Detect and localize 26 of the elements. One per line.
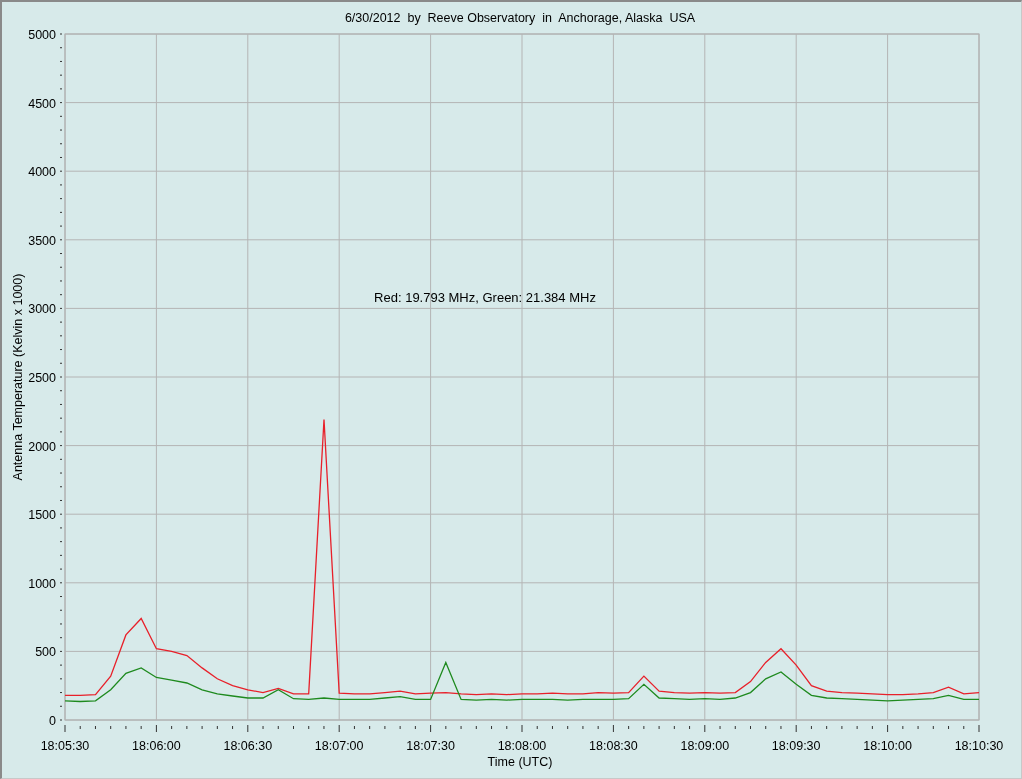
y-axis-label: Antenna Temperature (Kelvin x 1000) [11,273,25,481]
y-tick-label: 500 [35,645,56,660]
y-tick-label: 3000 [28,302,56,317]
x-tick-label: 18:07:00 [314,739,364,753]
y-tick-label: 3500 [28,233,56,248]
frequency-annotation: Red: 19.793 MHz, Green: 21.384 MHz [374,290,596,305]
y-tick-label: 0 [49,714,56,728]
x-tick-label: 18:10:30 [954,739,1004,753]
y-tick-label: 4500 [28,96,56,111]
x-tick-label: 18:06:00 [132,739,181,753]
y-tick-label: 4000 [28,165,56,180]
x-tick-label: 18:08:00 [497,739,547,753]
y-tick-label: 2500 [28,371,56,385]
x-tick-label: 18:07:30 [406,739,455,753]
x-tick-label: 18:10:00 [863,739,912,753]
x-tick-label: 18:05:30 [40,739,90,753]
y-tick-label: 2000 [28,439,56,454]
x-tick-label: 18:09:30 [771,739,821,753]
y-tick-label: 1500 [28,508,56,523]
chart-title: 6/30/2012 by Reeve Observatory in Anchorage, Alaska USA [344,11,696,25]
y-tick-label: 5000 [28,28,56,42]
y-tick-label: 1000 [28,576,56,591]
x-axis-label: Time (UTC) [487,755,553,769]
x-tick-label: 18:08:30 [589,739,638,753]
x-tick-label: 18:09:00 [680,739,730,753]
x-tick-label: 18:06:30 [223,739,273,753]
